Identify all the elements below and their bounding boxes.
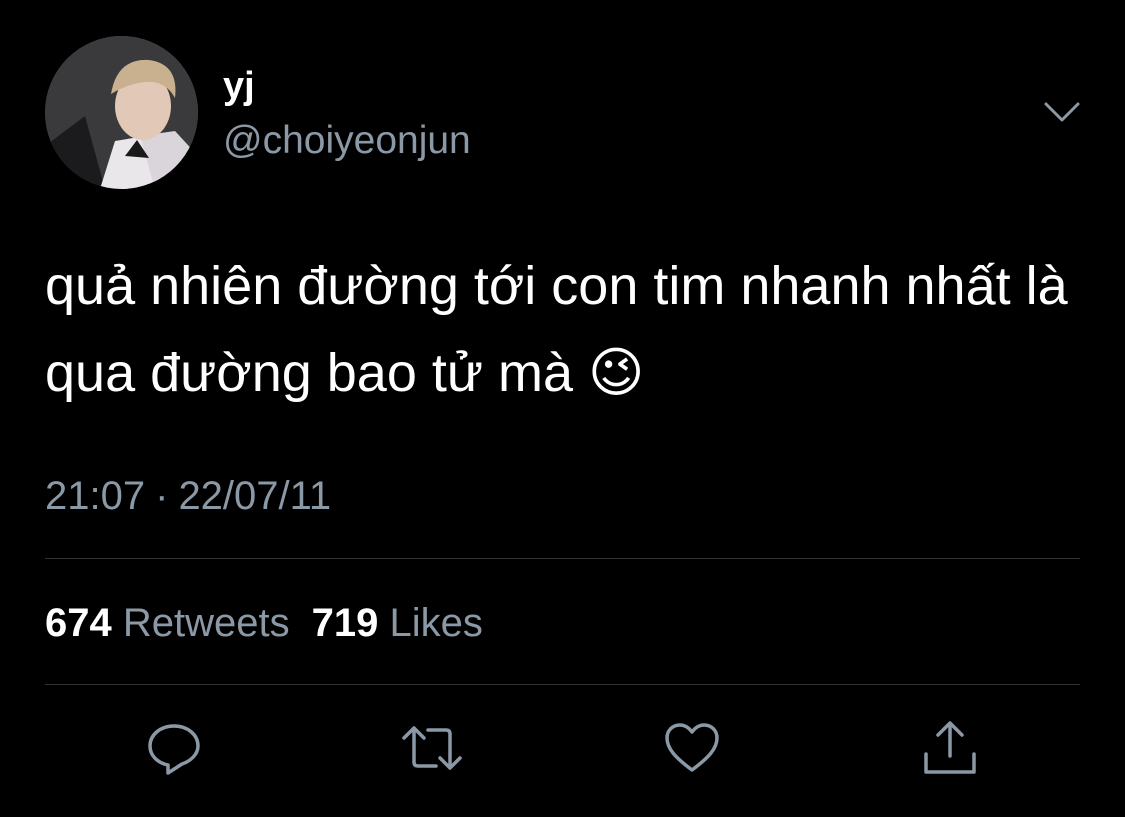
retweets-label: Retweets — [122, 601, 290, 645]
retweets-count: 674 — [45, 601, 112, 645]
reply-button[interactable] — [142, 716, 206, 780]
retweet-icon — [402, 726, 462, 770]
divider — [45, 684, 1080, 685]
tweet-time: 21:07 — [45, 474, 146, 518]
tweet-date: 22/07/11 — [178, 474, 332, 518]
likes-label: Likes — [389, 601, 483, 645]
tweet-detail: yj @choiyeonjun quả nhiên đường tới con … — [0, 0, 1125, 817]
share-icon — [924, 721, 976, 774]
avatar-image — [45, 36, 198, 189]
tweet-timestamp[interactable]: 21:07 · 22/07/11 — [45, 472, 331, 520]
avatar[interactable] — [45, 36, 198, 189]
retweet-button[interactable] — [400, 716, 464, 780]
more-options-button[interactable] — [1040, 95, 1084, 129]
retweets-stat[interactable]: 674 Retweets — [45, 601, 290, 645]
like-button[interactable] — [660, 716, 724, 780]
reply-icon — [148, 724, 200, 775]
heart-icon — [665, 723, 719, 772]
timestamp-separator: · — [155, 474, 169, 518]
likes-count: 719 — [311, 601, 379, 645]
tweet-text: quả nhiên đường tới con tim nhanh nhất l… — [45, 256, 1068, 403]
chevron-down-icon — [1044, 102, 1080, 122]
share-button[interactable] — [918, 716, 982, 780]
user-handle[interactable]: @choiyeonjun — [223, 118, 471, 164]
tweet-stats: 674 Retweets 719 Likes — [45, 599, 483, 647]
display-name[interactable]: yj — [223, 64, 255, 108]
likes-stat[interactable]: 719 Likes — [312, 601, 483, 645]
divider — [45, 558, 1080, 559]
